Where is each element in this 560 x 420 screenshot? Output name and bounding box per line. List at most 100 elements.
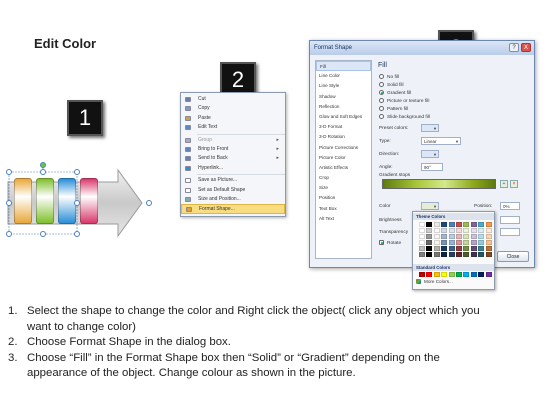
color-swatch[interactable] (485, 228, 492, 233)
help-icon[interactable]: ? (509, 43, 519, 52)
color-swatch[interactable] (441, 272, 448, 277)
color-swatch[interactable] (478, 222, 485, 227)
color-swatch[interactable] (478, 228, 485, 233)
color-swatch[interactable] (433, 228, 440, 233)
close-button[interactable]: Close (497, 251, 529, 262)
color-swatch[interactable] (448, 222, 455, 227)
color-swatch[interactable] (485, 272, 492, 277)
color-swatch[interactable] (448, 234, 455, 239)
color-swatch[interactable] (478, 234, 485, 239)
shape-segment-orange[interactable] (14, 178, 32, 224)
color-swatch[interactable] (419, 234, 425, 239)
color-swatch[interactable] (448, 252, 455, 257)
menu-item-hyperlink[interactable]: Hyperlink... (181, 164, 285, 173)
color-swatch[interactable] (426, 228, 433, 233)
close-icon[interactable]: X (521, 43, 531, 52)
color-swatch[interactable] (478, 272, 485, 277)
color-swatch[interactable] (448, 246, 455, 251)
menu-item-bring-front[interactable]: Bring to Front ▸ (181, 145, 285, 154)
nav-item-text-box[interactable]: Text Box (316, 204, 371, 214)
color-swatch[interactable] (463, 252, 470, 257)
color-swatch[interactable] (441, 234, 448, 239)
menu-item-size[interactable]: Size and Position... (181, 195, 285, 204)
color-swatch[interactable] (478, 246, 485, 251)
color-swatch[interactable] (485, 246, 492, 251)
menu-item-send-back[interactable]: Send to Back ▸ (181, 154, 285, 163)
nav-item-alt-text[interactable]: Alt Text (316, 214, 371, 224)
menu-item-group[interactable]: Group ▸ (181, 136, 285, 145)
color-swatch[interactable] (463, 228, 470, 233)
color-swatch[interactable] (433, 272, 440, 277)
resize-handle-tip[interactable] (146, 200, 152, 206)
nav-item-position[interactable]: Position (316, 193, 371, 203)
color-swatch[interactable] (485, 240, 492, 245)
color-swatch[interactable] (478, 252, 485, 257)
color-swatch[interactable] (463, 240, 470, 245)
color-swatch[interactable] (448, 228, 455, 233)
resize-handle-sw[interactable] (6, 231, 12, 237)
color-swatch[interactable] (441, 240, 448, 245)
resize-handle-s[interactable] (40, 231, 46, 237)
color-swatch[interactable] (455, 240, 462, 245)
nav-item-crop[interactable]: Crop (316, 173, 371, 183)
color-swatch[interactable] (470, 272, 477, 277)
resize-handle-n[interactable] (40, 169, 46, 175)
color-swatch[interactable] (478, 240, 485, 245)
arrow-shape[interactable] (6, 160, 156, 250)
menu-item-clipboard[interactable]: Paste (181, 114, 285, 123)
nav-item-artistic-effects[interactable]: Artistic Effects (316, 163, 371, 173)
remove-stop-icon[interactable]: × (510, 180, 518, 188)
picture-fill-option[interactable]: Picture or texture fill (379, 98, 429, 105)
color-swatch[interactable] (441, 246, 448, 251)
nav-item-picture-corrections[interactable]: Picture Corrections (316, 143, 371, 153)
position-input[interactable]: 0% (500, 202, 520, 210)
nav-item-line-style[interactable]: Line Style (316, 81, 371, 91)
nav-item-picture-color[interactable]: Picture Color (316, 153, 371, 163)
color-swatch[interactable] (455, 222, 462, 227)
color-swatch[interactable] (463, 246, 470, 251)
color-swatch[interactable] (433, 246, 440, 251)
color-swatch[interactable] (426, 246, 433, 251)
color-swatch[interactable] (419, 246, 425, 251)
color-swatch[interactable] (441, 222, 448, 227)
nav-item-3-d-format[interactable]: 3-D Format (316, 122, 371, 132)
nav-item-3-d-rotation[interactable]: 3-D Rotation (316, 132, 371, 142)
shape-segment-pink[interactable] (80, 178, 98, 224)
nav-item-reflection[interactable]: Reflection (316, 102, 371, 112)
color-swatch[interactable] (455, 252, 462, 257)
color-swatch[interactable] (433, 252, 440, 257)
color-swatch[interactable] (426, 252, 433, 257)
gradient-stops-bar[interactable] (382, 179, 496, 189)
shape-segment-green[interactable] (36, 178, 54, 224)
nav-item-glow-and-soft-edges[interactable]: Glow and Soft Edges (316, 112, 371, 122)
more-colors-item[interactable]: More Colors... (416, 279, 453, 285)
color-swatch[interactable] (419, 222, 425, 227)
color-swatch[interactable] (470, 222, 477, 227)
color-swatch[interactable] (470, 240, 477, 245)
color-swatch[interactable] (470, 234, 477, 239)
color-swatch[interactable] (455, 234, 462, 239)
menu-item-copy[interactable]: Copy (181, 104, 285, 113)
menu-item-format-shape[interactable]: Format Shape... (181, 204, 285, 214)
color-swatch[interactable] (463, 222, 470, 227)
slide-background-fill-option[interactable]: Slide background fill (379, 114, 430, 121)
color-swatch[interactable] (426, 222, 433, 227)
color-swatch[interactable] (426, 240, 433, 245)
resize-handle-e[interactable] (74, 200, 80, 206)
resize-handle-w[interactable] (6, 200, 12, 206)
color-swatch[interactable] (419, 272, 425, 277)
color-swatch[interactable] (485, 252, 492, 257)
color-swatch[interactable] (455, 228, 462, 233)
color-swatch[interactable] (419, 228, 425, 233)
color-swatch[interactable] (433, 222, 440, 227)
preset-colors-dropdown[interactable]: ▼ (421, 124, 439, 132)
color-swatch[interactable] (433, 240, 440, 245)
transparency-input[interactable] (500, 228, 520, 236)
color-swatch[interactable] (441, 252, 448, 257)
color-swatch[interactable] (448, 240, 455, 245)
color-picker-button[interactable]: ▼ (421, 202, 439, 210)
nav-item-shadow[interactable]: Shadow (316, 92, 371, 102)
resize-handle-ne[interactable] (74, 169, 80, 175)
color-swatch[interactable] (463, 234, 470, 239)
pattern-fill-option[interactable]: Pattern fill (379, 106, 408, 113)
